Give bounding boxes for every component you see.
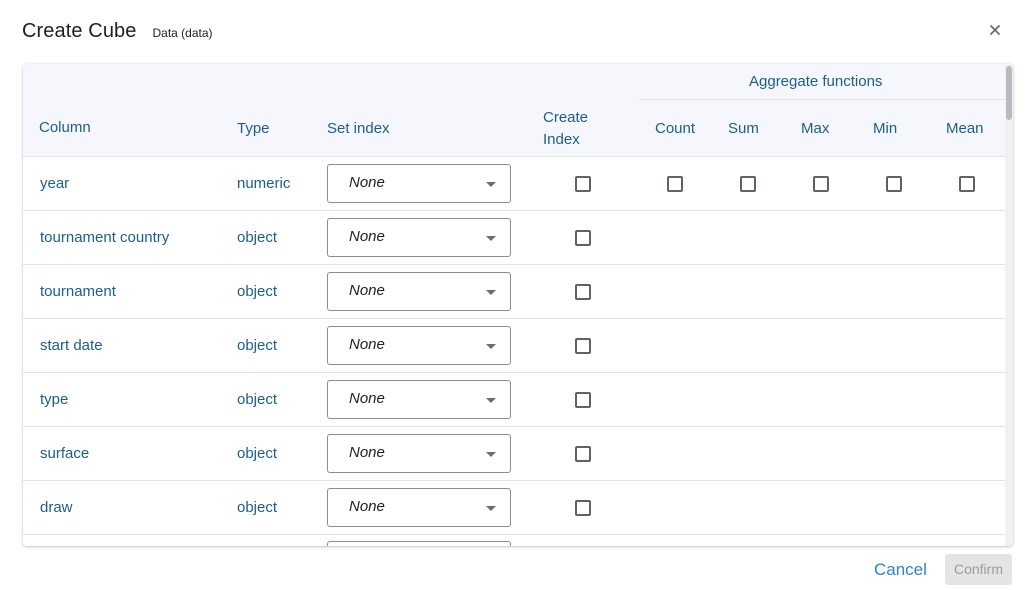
set-index-value: None: [349, 282, 385, 299]
header-set-index: Set index: [327, 120, 390, 137]
column-type: object: [237, 283, 278, 300]
create-index-checkbox[interactable]: [575, 500, 591, 516]
header-max: Max: [801, 120, 830, 137]
create-index-checkbox[interactable]: [575, 284, 591, 300]
set-index-value: None: [349, 228, 385, 245]
max-checkbox[interactable]: [813, 176, 829, 192]
header-create-index-line1: Create: [543, 109, 589, 126]
set-index-select[interactable]: None: [327, 164, 511, 203]
dialog-subtitle: Data (data): [152, 26, 213, 40]
header-count: Count: [655, 120, 696, 137]
dialog-header: Create Cube Data (data): [22, 20, 213, 46]
scrollbar-thumb[interactable]: [1006, 66, 1012, 120]
create-index-checkbox[interactable]: [575, 338, 591, 354]
count-checkbox[interactable]: [667, 176, 683, 192]
header-mean: Mean: [946, 120, 984, 137]
header-sum: Sum: [728, 120, 759, 137]
column-type: object: [237, 229, 278, 246]
table-row: tournament country object None: [23, 211, 1005, 265]
chevron-down-icon: [486, 452, 496, 457]
column-type: numeric: [237, 175, 291, 192]
chevron-down-icon: [486, 398, 496, 403]
set-index-select[interactable]: None: [327, 380, 511, 419]
header-create-index-line2: Index: [543, 131, 580, 148]
set-index-select[interactable]: None: [327, 272, 511, 311]
header-aggregate-functions: Aggregate functions: [749, 73, 883, 90]
create-index-checkbox[interactable]: [575, 446, 591, 462]
chevron-down-icon: [486, 290, 496, 295]
columns-table: Column Type Set index Create Index Aggre…: [23, 64, 1013, 546]
set-index-select-partial[interactable]: [327, 541, 511, 546]
table-header: Column Type Set index Create Index Aggre…: [23, 64, 1005, 157]
close-icon[interactable]: [987, 22, 1003, 38]
column-name: tournament: [40, 283, 116, 300]
create-index-checkbox[interactable]: [575, 176, 591, 192]
header-column: Column: [39, 119, 91, 136]
mean-checkbox[interactable]: [959, 176, 975, 192]
column-type: object: [237, 391, 278, 408]
column-type: object: [237, 337, 278, 354]
chevron-down-icon: [486, 182, 496, 187]
column-name: year: [40, 175, 70, 192]
set-index-select[interactable]: None: [327, 488, 511, 527]
set-index-value: None: [349, 390, 385, 407]
set-index-select[interactable]: None: [327, 218, 511, 257]
aggregate-divider: [639, 99, 1005, 100]
chevron-down-icon: [486, 236, 496, 241]
min-checkbox[interactable]: [886, 176, 902, 192]
vertical-scrollbar[interactable]: [1005, 64, 1013, 546]
table-row: type object None: [23, 373, 1005, 427]
chevron-down-icon: [486, 344, 496, 349]
column-type: object: [237, 499, 278, 516]
table-row: surface object None: [23, 427, 1005, 481]
create-index-checkbox[interactable]: [575, 230, 591, 246]
header-min: Min: [873, 120, 898, 137]
dialog-title: Create Cube: [22, 20, 137, 42]
set-index-value: None: [349, 498, 385, 515]
header-type: Type: [237, 120, 270, 137]
column-type: object: [237, 445, 278, 462]
confirm-button[interactable]: Confirm: [945, 554, 1012, 585]
column-name: surface: [40, 445, 90, 462]
create-index-checkbox[interactable]: [575, 392, 591, 408]
set-index-value: None: [349, 336, 385, 353]
column-name: draw: [40, 499, 73, 516]
column-name: start date: [40, 337, 103, 354]
table-row: tournament object None: [23, 265, 1005, 319]
set-index-value: None: [349, 174, 385, 191]
column-name: type: [40, 391, 69, 408]
table-row: year numeric None: [23, 157, 1005, 211]
set-index-select[interactable]: None: [327, 326, 511, 365]
table-row: start date object None: [23, 319, 1005, 373]
column-name: tournament country: [40, 229, 170, 246]
sum-checkbox[interactable]: [740, 176, 756, 192]
set-index-value: None: [349, 444, 385, 461]
table-row: draw object None: [23, 481, 1005, 535]
set-index-select[interactable]: None: [327, 434, 511, 473]
chevron-down-icon: [486, 506, 496, 511]
cancel-button[interactable]: Cancel: [866, 555, 935, 585]
